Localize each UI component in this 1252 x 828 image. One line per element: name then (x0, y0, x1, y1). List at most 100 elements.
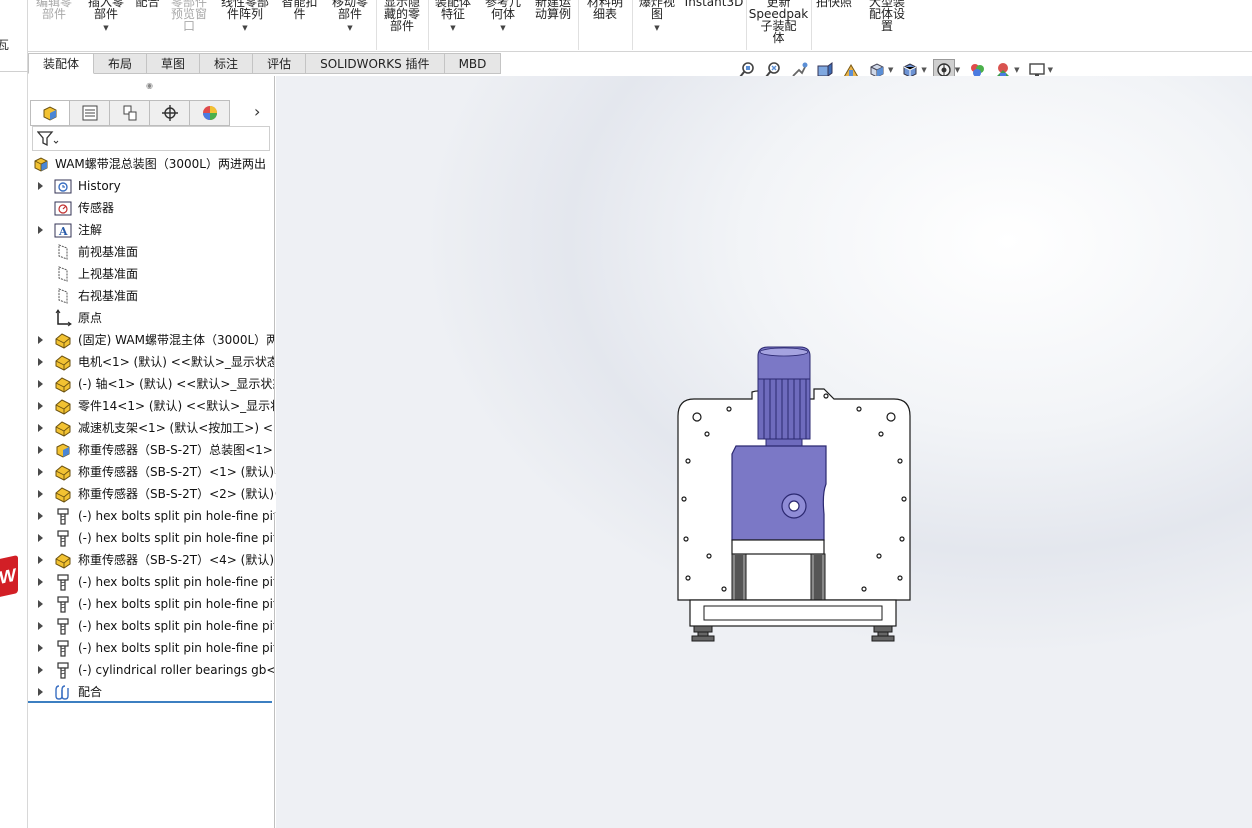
ribbon-caret-icon[interactable]: ▼ (632, 24, 682, 32)
tab-5[interactable]: SOLIDWORKS 插件 (306, 53, 445, 74)
tab-2[interactable]: 草图 (147, 53, 201, 74)
ribbon-button-12[interactable]: 爆炸视 图 ▼ (632, 0, 682, 32)
ribbon-button-0[interactable]: 编辑零 部件 (28, 0, 80, 20)
configuration-manager-tab-icon[interactable] (110, 100, 150, 126)
ribbon-caret-icon[interactable]: ▼ (215, 24, 275, 32)
expand-arrow-icon[interactable] (38, 358, 43, 366)
expand-arrow-icon[interactable] (38, 424, 43, 432)
tree-filter-box[interactable] (32, 126, 270, 151)
expand-arrow-icon[interactable] (38, 622, 43, 630)
tree-item[interactable]: 上视基准面 (28, 263, 274, 285)
apply-scene-caret-icon[interactable]: ▼ (1014, 66, 1019, 74)
tree-item[interactable]: (-) hex bolts split pin hole-fine pit (28, 615, 274, 637)
panel-grip-icon[interactable]: ◉ (146, 81, 153, 90)
tree-root-assembly[interactable]: WAM螺带混总装图（3000L）两进两出（ (28, 153, 274, 175)
property-manager-tab-icon[interactable] (70, 100, 110, 126)
ribbon-button-8[interactable]: 装配体 特征 ▼ (428, 0, 478, 32)
expand-arrow-icon[interactable] (38, 512, 43, 520)
display-style-caret-icon[interactable]: ▼ (921, 66, 926, 74)
dimxpert-manager-tab-icon[interactable] (150, 100, 190, 126)
ribbon-button-11[interactable]: 材料明 细表 (578, 0, 632, 20)
expand-arrow-icon[interactable] (38, 556, 43, 564)
expand-arrow-icon[interactable] (38, 666, 43, 674)
tree-item[interactable]: 减速机支架<1> (默认<按加工>) << (28, 417, 274, 439)
ribbon-caret-icon[interactable]: ▼ (80, 24, 132, 32)
ribbon-button-14[interactable]: 更新 Speedpak 子装配 体 (746, 0, 811, 44)
tree-item[interactable]: 原点 (28, 307, 274, 329)
tree-item[interactable]: 零件14<1> (默认) <<默认>_显示状 (28, 395, 274, 417)
view-orientation-caret-icon[interactable]: ▼ (888, 66, 893, 74)
expand-arrow-icon[interactable] (38, 402, 43, 410)
expand-arrow-icon[interactable] (38, 380, 43, 388)
tree-end-rollback-bar[interactable] (28, 701, 272, 703)
tab-3[interactable]: 标注 (200, 53, 254, 74)
tree-item[interactable]: (-) 轴<1> (默认) <<默认>_显示状态 (28, 373, 274, 395)
ribbon-button-label: 新建运 动算例 (534, 0, 571, 21)
filter-icon[interactable] (36, 131, 59, 150)
ribbon-button-2[interactable]: 配合 (132, 0, 163, 8)
ribbon-button-10[interactable]: 新建运 动算例 (528, 0, 578, 20)
hide-show-caret-icon[interactable]: ▼ (955, 66, 960, 74)
tree-item[interactable]: 前视基准面 (28, 241, 274, 263)
ribbon-caret-icon[interactable]: ▼ (324, 24, 376, 32)
ribbon-caret-icon[interactable]: ▼ (428, 24, 478, 32)
ribbon-button-label: 装配体 特征 (434, 0, 471, 21)
ribbon-caret-icon[interactable]: ▼ (478, 24, 528, 32)
tree-item[interactable]: History (28, 175, 274, 197)
tab-6[interactable]: MBD (444, 53, 502, 74)
assembly-model-front-view[interactable] (674, 344, 914, 649)
tab-0[interactable]: 装配体 (28, 53, 95, 74)
expand-arrow-icon[interactable] (38, 336, 43, 344)
tree-item[interactable]: (-) hex bolts split pin hole-fine pit (28, 637, 274, 659)
tree-item[interactable]: 称重传感器（SB-S-2T）总装图<1> (28, 439, 274, 461)
ribbon-button-1[interactable]: 插入零 部件 ▼ (80, 0, 132, 32)
tree-item-label: (-) hex bolts split pin hole-fine pit (78, 619, 274, 633)
tree-item[interactable]: 传感器 (28, 197, 274, 219)
ribbon-button-13[interactable]: Instant3D (682, 0, 746, 8)
tree-item-label: 称重传感器（SB-S-2T）<4> (默认) (78, 553, 274, 567)
ribbon-button-3[interactable]: 零部件 预览窗 口 (163, 0, 215, 32)
expand-arrow-icon[interactable] (38, 644, 43, 652)
left-strip-char: 瓦 (0, 38, 10, 52)
ribbon-separator (428, 0, 429, 50)
view-settings-caret-icon[interactable]: ▼ (1048, 66, 1053, 74)
ribbon-button-5[interactable]: 智能扣 件 (275, 0, 324, 20)
tree-item[interactable]: (-) hex bolts split pin hole-fine pit (28, 527, 274, 549)
ribbon-button-7[interactable]: 显示隐 藏的零 部件 (376, 0, 428, 32)
expand-arrow-icon[interactable] (38, 490, 43, 498)
tree-item-label: 前视基准面 (78, 245, 139, 259)
ribbon-button-6[interactable]: 移动零 部件 ▼ (324, 0, 376, 32)
expand-arrow-icon[interactable] (38, 468, 43, 476)
tab-1[interactable]: 布局 (94, 53, 148, 74)
plane-icon (54, 243, 72, 261)
expand-arrow-icon[interactable] (38, 578, 43, 586)
ribbon-button-16[interactable]: 大型装 配体设 置 (857, 0, 917, 32)
expand-arrow-icon[interactable] (38, 226, 43, 234)
tree-item[interactable]: 称重传感器（SB-S-2T）<2> (默认) (28, 483, 274, 505)
expand-arrow-icon[interactable] (38, 182, 43, 190)
ribbon-separator (376, 0, 377, 50)
expand-arrow-icon[interactable] (38, 446, 43, 454)
feature-manager-tab-icon[interactable] (30, 100, 70, 126)
display-manager-tab-icon[interactable] (190, 100, 230, 126)
ribbon-button-9[interactable]: 参考几 何体 ▼ (478, 0, 528, 32)
expand-arrow-icon[interactable] (38, 534, 43, 542)
expand-arrow-icon[interactable] (38, 688, 43, 696)
tree-item[interactable]: (-) hex bolts split pin hole-fine pit (28, 593, 274, 615)
panel-more-arrow-icon[interactable]: › (254, 102, 260, 121)
tree-item[interactable]: 电机<1> (默认) <<默认>_显示状态 (28, 351, 274, 373)
ribbon-button-4[interactable]: 线性零部 件阵列 ▼ (215, 0, 275, 32)
tab-4[interactable]: 评估 (253, 53, 307, 74)
tree-item[interactable]: 配合 (28, 681, 274, 703)
tree-item[interactable]: 称重传感器（SB-S-2T）<4> (默认) (28, 549, 274, 571)
tree-item[interactable]: 称重传感器（SB-S-2T）<1> (默认) (28, 461, 274, 483)
tree-item[interactable]: (-) hex bolts split pin hole-fine pit (28, 571, 274, 593)
ribbon-button-15[interactable]: 拍快照 (811, 0, 857, 8)
expand-arrow-icon[interactable] (38, 600, 43, 608)
tree-item[interactable]: (-) cylindrical roller bearings gb< (28, 659, 274, 681)
graphics-area[interactable] (276, 76, 1252, 828)
tree-item[interactable]: (固定) WAM螺带混主体（3000L）两 (28, 329, 274, 351)
tree-item[interactable]: (-) hex bolts split pin hole-fine pit (28, 505, 274, 527)
tree-item[interactable]: A 注解 (28, 219, 274, 241)
tree-item[interactable]: 右视基准面 (28, 285, 274, 307)
